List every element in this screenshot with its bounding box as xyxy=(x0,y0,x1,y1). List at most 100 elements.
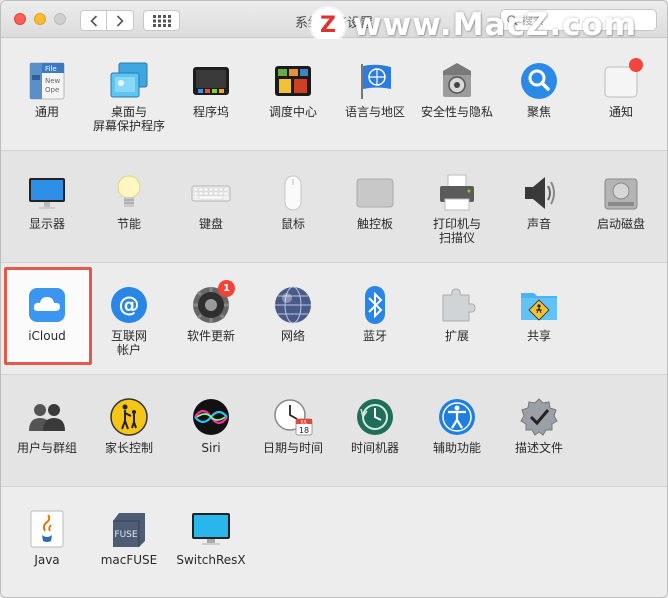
pane-label: 家长控制 xyxy=(104,441,153,455)
pane-desktop-screensaver[interactable]: 桌面与 屏幕保护程序 xyxy=(88,39,170,151)
pane-label: 启动磁盘 xyxy=(596,217,645,231)
pane-label: 扩展 xyxy=(444,329,469,343)
date-time-icon: JUL 18 xyxy=(273,397,313,437)
notifications-icon xyxy=(601,58,643,101)
svg-text:Ope: Ope xyxy=(45,86,59,94)
macfuse-icon: FUSE xyxy=(109,509,149,549)
pane-network[interactable]: 网络 xyxy=(252,263,334,375)
icloud-icon xyxy=(27,285,67,325)
pane-mission-control[interactable]: 调度中心 xyxy=(252,39,334,151)
pane-label: macFUSE xyxy=(100,553,158,567)
pane-general[interactable]: File New Ope 通用 xyxy=(6,39,88,151)
pane-software-update[interactable]: 1 软件更新 xyxy=(170,263,252,375)
network-icon xyxy=(273,285,313,325)
java-icon xyxy=(27,509,67,549)
pane-icloud[interactable]: iCloud xyxy=(6,263,88,375)
pane-spotlight[interactable]: 聚焦 xyxy=(498,39,580,151)
pane-label: 软件更新 xyxy=(186,329,235,343)
pane-energy-saver[interactable]: 节能 xyxy=(88,151,170,263)
titlebar: 系统偏好设置 Z www.MacZ.com xyxy=(1,1,667,43)
chevron-right-icon xyxy=(116,14,124,27)
chevron-left-icon xyxy=(89,14,97,27)
language-region-icon xyxy=(355,61,395,101)
pane-label: 节能 xyxy=(116,217,141,231)
pane-label: 触控板 xyxy=(356,217,393,231)
pane-printers-scanners[interactable]: 打印机与 扫描仪 xyxy=(416,151,498,263)
desktop-screensaver-icon xyxy=(109,61,149,101)
pane-internet-accounts[interactable]: @ 互联网 帐户 xyxy=(88,263,170,375)
pane-date-time[interactable]: JUL 18 日期与时间 xyxy=(252,375,334,487)
pane-language-region[interactable]: 语言与地区 xyxy=(334,39,416,151)
pane-label: SwitchResX xyxy=(176,553,246,567)
pane-sharing[interactable]: 共享 xyxy=(498,263,580,375)
pane-label: 互联网 帐户 xyxy=(110,329,147,357)
pane-notifications[interactable]: 通知 xyxy=(580,39,662,151)
pane-profiles[interactable]: 描述文件 xyxy=(498,375,580,487)
pane-parental-controls[interactable]: 家长控制 xyxy=(88,375,170,487)
pane-label: 网络 xyxy=(280,329,305,343)
pane-security-privacy[interactable]: 安全性与隐私 xyxy=(416,39,498,151)
section-personal: File New Ope 通用 桌面与 屏幕保护程序 程序坞 调度中心 语言与地… xyxy=(1,39,667,151)
watermark-logo: Z xyxy=(311,8,345,42)
pane-sound[interactable]: 声音 xyxy=(498,151,580,263)
pane-time-machine[interactable]: 时间机器 xyxy=(334,375,416,487)
switchresx-icon xyxy=(191,509,231,549)
energy-saver-icon xyxy=(109,173,149,213)
pane-label: iCloud xyxy=(28,329,66,343)
back-button[interactable] xyxy=(80,10,107,31)
pane-siri[interactable]: Siri xyxy=(170,375,252,487)
sharing-icon xyxy=(519,285,559,325)
sound-icon xyxy=(519,173,559,213)
pane-mouse[interactable]: 鼠标 xyxy=(252,151,334,263)
printers-scanners-icon xyxy=(437,173,477,213)
pane-startup-disk[interactable]: 启动磁盘 xyxy=(580,151,662,263)
pane-macfuse[interactable]: FUSE macFUSE xyxy=(88,487,170,597)
software-update-icon: 1 xyxy=(191,280,235,325)
pane-switchresx[interactable]: SwitchResX xyxy=(170,487,252,597)
profiles-icon xyxy=(519,397,559,437)
siri-icon xyxy=(191,397,231,437)
minimize-window-button[interactable] xyxy=(34,13,46,25)
pane-label: 聚焦 xyxy=(526,105,551,119)
pane-trackpad[interactable]: 触控板 xyxy=(334,151,416,263)
section-system: 用户与群组 家长控制 Siri JUL 18 日期与时间 时间机器 辅助功能 描… xyxy=(1,375,667,487)
pane-label: 调度中心 xyxy=(268,105,317,119)
startup-disk-icon xyxy=(601,173,641,213)
pane-keyboard[interactable]: 键盘 xyxy=(170,151,252,263)
close-window-button[interactable] xyxy=(14,13,26,25)
pane-users-groups[interactable]: 用户与群组 xyxy=(6,375,88,487)
grid-icon xyxy=(152,14,171,27)
security-privacy-icon xyxy=(437,61,477,101)
bluetooth-icon xyxy=(355,285,395,325)
pane-label: 日期与时间 xyxy=(262,441,323,455)
trackpad-icon xyxy=(355,173,395,213)
svg-text:New: New xyxy=(45,77,61,85)
pane-java[interactable]: Java xyxy=(6,487,88,597)
displays-icon xyxy=(27,173,67,213)
svg-text:FUSE: FUSE xyxy=(114,530,137,540)
time-machine-icon xyxy=(355,397,395,437)
pane-label: 共享 xyxy=(526,329,551,343)
pane-displays[interactable]: 显示器 xyxy=(6,151,88,263)
dock-icon xyxy=(191,61,231,101)
show-all-button[interactable] xyxy=(143,10,180,31)
pane-accessibility[interactable]: 辅助功能 xyxy=(416,375,498,487)
pane-bluetooth[interactable]: 蓝牙 xyxy=(334,263,416,375)
section-other: Java FUSE macFUSE SwitchResX xyxy=(1,487,667,597)
pane-label: 键盘 xyxy=(198,217,223,231)
zoom-window-button[interactable] xyxy=(54,13,66,25)
general-icon: File New Ope xyxy=(27,61,67,101)
watermark-text: www.MacZ.com xyxy=(353,7,638,43)
pane-label: Java xyxy=(34,553,60,567)
svg-text:JUL: JUL xyxy=(300,420,308,425)
pane-label: 用户与群组 xyxy=(16,441,77,455)
extensions-icon xyxy=(437,285,477,325)
watermark: Z www.MacZ.com xyxy=(311,7,637,43)
forward-button[interactable] xyxy=(107,10,134,31)
pane-extensions[interactable]: 扩展 xyxy=(416,263,498,375)
pane-dock[interactable]: 程序坞 xyxy=(170,39,252,151)
accessibility-icon xyxy=(437,397,477,437)
internet-accounts-icon: @ xyxy=(109,285,149,325)
pane-label: 时间机器 xyxy=(350,441,399,455)
notification-dot-icon xyxy=(629,58,643,72)
